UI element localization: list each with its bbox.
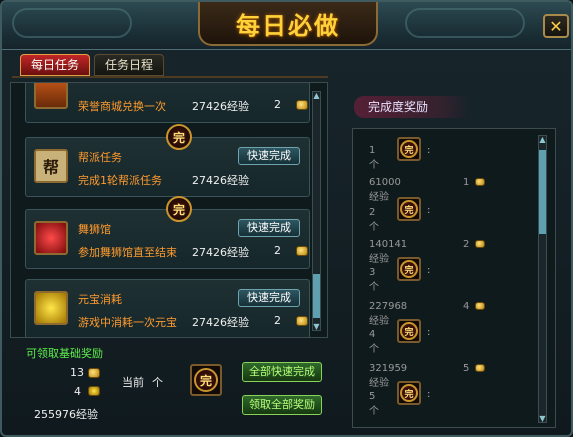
reward-tier-label: 3个 <box>369 267 379 293</box>
task-row: 荣誉商城兑换一次 27426经验 2 <box>25 83 310 123</box>
cloud-ornament-right <box>405 8 525 38</box>
completed-seal-icon: 完 <box>166 196 192 222</box>
reward-seal[interactable]: 完 <box>397 197 421 221</box>
scroll-up-icon[interactable]: ▲ <box>538 135 547 144</box>
reward-tier-label: 4个 <box>369 329 379 355</box>
reward-tier-label: 5个 <box>369 391 379 417</box>
completed-seal-icon: 完 <box>166 124 192 150</box>
gold-coin-icon <box>296 100 308 110</box>
quick-complete-button[interactable]: 快速完成 <box>238 147 300 165</box>
task-desc: 完成1轮帮派任务 <box>78 174 162 187</box>
claim-all-button[interactable]: 领取全部奖励 <box>242 395 322 415</box>
task-row: 元宝消耗 快速完成 游戏中消耗一次元宝 27426经验 2 <box>25 279 310 337</box>
gold-coin-icon <box>88 368 100 378</box>
basic-reward-ingot-count: 4 <box>74 385 81 398</box>
task-desc: 荣誉商城兑换一次 <box>78 100 166 113</box>
reward-coin-count: 2 <box>463 239 470 250</box>
task-name: 元宝消耗 <box>78 293 122 306</box>
gold-coin-icon <box>475 364 485 372</box>
task-reward-count: 2 <box>274 314 281 327</box>
tab-task-schedule[interactable]: 任务日程 <box>94 54 165 76</box>
colon: : <box>427 327 431 338</box>
basic-reward-exp: 255976经验 <box>34 408 98 421</box>
scroll-down-icon[interactable]: ▼ <box>312 322 321 331</box>
tab-daily-tasks[interactable]: 每日任务 <box>20 54 91 76</box>
completed-seal-icon: 完 <box>400 140 418 158</box>
gold-coin-icon <box>475 302 485 310</box>
task-exp: 27426经验 <box>192 174 249 187</box>
task-reward-count: 2 <box>274 98 281 111</box>
gold-ingot-icon <box>88 386 100 396</box>
complete-all-button[interactable]: 全部快速完成 <box>242 362 322 382</box>
reward-seal[interactable]: 完 <box>397 319 421 343</box>
tab-bar: 每日任务 任务日程 <box>20 54 165 76</box>
title-plaque: 每日必做 <box>198 2 378 46</box>
task-desc: 游戏中消耗一次元宝 <box>78 316 177 329</box>
scroll-icon <box>34 83 68 109</box>
reward-seal[interactable]: 完 <box>397 137 421 161</box>
gold-coin-icon <box>475 178 485 186</box>
completed-seal-icon: 完 <box>194 368 218 392</box>
current-progress-seal: 完 <box>190 364 222 396</box>
task-list: 荣誉商城兑换一次 27426经验 2 完 帮 帮派任务 快速完成 完成1轮帮派任… <box>10 82 328 338</box>
scroll-thumb[interactable] <box>539 150 546 234</box>
completion-reward-list: 1个 完 : 61000经验 1 2个 完 : 140141经验 2 3个 完 … <box>352 128 556 428</box>
gold-coin-icon <box>296 316 308 326</box>
reward-tier-label: 2个 <box>369 207 379 233</box>
basic-reward-count: 13 <box>70 366 84 379</box>
colon: : <box>427 265 431 276</box>
scroll-thumb[interactable] <box>313 274 320 318</box>
reward-seal[interactable]: 完 <box>397 381 421 405</box>
close-button[interactable]: ✕ <box>543 14 569 38</box>
quick-complete-button[interactable]: 快速完成 <box>238 289 300 307</box>
colon: : <box>427 389 431 400</box>
gold-ingot-icon <box>34 291 68 325</box>
task-row: 完 帮 帮派任务 快速完成 完成1轮帮派任务 27426经验 <box>25 124 310 197</box>
completed-seal-icon: 完 <box>400 384 418 402</box>
task-reward-count: 2 <box>274 244 281 257</box>
reward-coin-count: 1 <box>463 177 470 188</box>
colon: : <box>427 205 431 216</box>
cloud-ornament-left <box>12 8 132 38</box>
lion-icon <box>34 221 68 255</box>
window-title: 每日必做 <box>236 10 340 40</box>
window-header: 每日必做 ✕ <box>2 2 571 50</box>
task-name: 舞狮馆 <box>78 223 111 236</box>
current-label: 当前 <box>122 376 144 389</box>
reward-coin-count: 5 <box>463 363 470 374</box>
scroll-down-icon[interactable]: ▼ <box>538 414 547 423</box>
reward-list-scrollbar[interactable]: ▲ ▼ <box>538 135 547 423</box>
task-list-scrollbar[interactable]: ▲ ▼ <box>312 91 321 331</box>
completed-seal-icon: 完 <box>400 322 418 340</box>
task-row: 完 舞狮馆 快速完成 参加舞狮馆直至结束 27426经验 2 <box>25 196 310 269</box>
scroll-up-icon[interactable]: ▲ <box>312 91 321 100</box>
task-exp: 27426经验 <box>192 246 249 259</box>
close-icon: ✕ <box>549 16 563 36</box>
gold-coin-icon <box>296 246 308 256</box>
completed-seal-icon: 完 <box>400 200 418 218</box>
colon: : <box>427 145 431 156</box>
task-name: 帮派任务 <box>78 151 122 164</box>
task-desc: 参加舞狮馆直至结束 <box>78 246 177 259</box>
reward-coin-count: 4 <box>463 301 470 312</box>
task-exp: 27426经验 <box>192 316 249 329</box>
reward-tier-label: 1个 <box>369 145 379 171</box>
daily-tasks-window: 每日必做 ✕ 每日任务 任务日程 荣誉商城兑换一次 27426经验 2 完 帮 … <box>0 0 573 437</box>
completed-seal-icon: 完 <box>400 260 418 278</box>
tab-divider <box>12 76 328 78</box>
guild-icon: 帮 <box>34 149 68 183</box>
task-exp: 27426经验 <box>192 100 249 113</box>
gold-coin-icon <box>475 240 485 248</box>
quick-complete-button[interactable]: 快速完成 <box>238 219 300 237</box>
current-count: 个 <box>152 376 163 389</box>
basic-reward-title: 可领取基础奖励 <box>26 347 103 360</box>
completion-reward-title: 完成度奖励 <box>354 96 470 118</box>
reward-seal[interactable]: 完 <box>397 257 421 281</box>
